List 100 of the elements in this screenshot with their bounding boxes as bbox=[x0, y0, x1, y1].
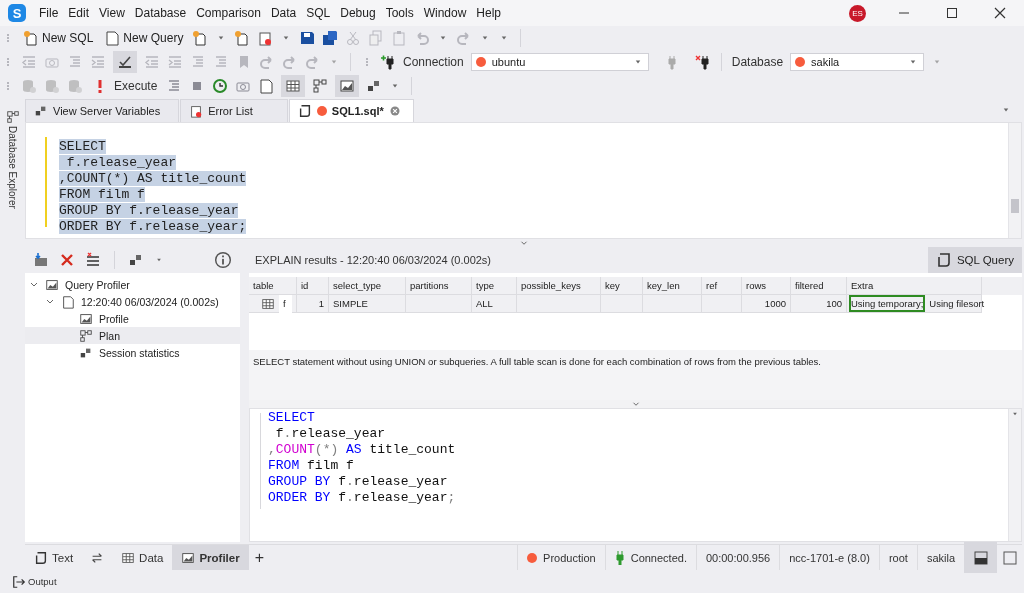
query-text-viewer[interactable]: SELECT f.release_year ,COUNT(*) AS title_count FROM film f GROUP BY f.release_year ORDER BY f.release_year; bbox=[249, 408, 1022, 542]
outdent-icon[interactable] bbox=[21, 54, 37, 70]
database-icon[interactable] bbox=[67, 78, 83, 94]
indent-icon[interactable] bbox=[90, 54, 106, 70]
tree-item[interactable]: Profile bbox=[25, 310, 240, 328]
tree-item[interactable]: Query Profiler bbox=[65, 278, 130, 291]
new-document-icon[interactable] bbox=[234, 30, 251, 46]
close-icon[interactable] bbox=[992, 5, 1008, 21]
menu-item[interactable]: Database bbox=[129, 6, 192, 20]
undo-icon[interactable] bbox=[414, 30, 431, 46]
database-label: Database bbox=[731, 55, 784, 69]
status-text: Connected. bbox=[630, 551, 687, 564]
new-document-icon[interactable] bbox=[192, 30, 209, 46]
outdent-icon[interactable] bbox=[144, 54, 160, 70]
status-text: Production bbox=[543, 551, 596, 564]
output-icon bbox=[12, 574, 26, 589]
status-text: 00:00:00.956 bbox=[705, 551, 771, 564]
copy-icon[interactable] bbox=[368, 30, 385, 46]
column-header[interactable]: key_len bbox=[643, 277, 702, 296]
database-icon[interactable] bbox=[21, 78, 37, 94]
clipboard-icon[interactable] bbox=[391, 30, 408, 46]
sql-query-button[interactable]: SQL Query bbox=[927, 247, 1022, 274]
new-sql-button[interactable]: New SQL bbox=[21, 30, 96, 46]
new-document-icon bbox=[23, 30, 39, 46]
scrollbar[interactable] bbox=[1008, 122, 1021, 239]
column-header[interactable]: rows bbox=[742, 277, 791, 296]
menu-item[interactable]: View bbox=[94, 6, 130, 20]
indent-icon[interactable] bbox=[167, 54, 183, 70]
column-header[interactable]: ref bbox=[702, 277, 742, 296]
view-tab[interactable]: Data bbox=[112, 545, 173, 570]
menu-item[interactable]: Edit bbox=[63, 6, 95, 20]
tree-item[interactable]: Session statistics bbox=[25, 344, 240, 362]
connection-label: Connection bbox=[403, 55, 464, 69]
chart-icon[interactable] bbox=[339, 78, 356, 94]
square-icon[interactable] bbox=[1001, 549, 1018, 566]
scrollbar-thumb[interactable] bbox=[1011, 198, 1019, 213]
grid-icon[interactable] bbox=[285, 78, 302, 94]
menu-item[interactable]: Comparison bbox=[191, 6, 266, 20]
database-explorer-icon[interactable] bbox=[5, 110, 20, 124]
code-line: ,COUNT(*) AS title_count bbox=[268, 442, 457, 459]
redo-icon[interactable] bbox=[282, 54, 298, 70]
document-tab[interactable]: Error List bbox=[180, 98, 288, 122]
clipboard-icon[interactable] bbox=[257, 30, 274, 46]
column-header[interactable]: table bbox=[249, 277, 297, 296]
tree-item[interactable]: 12:20:40 06/03/2024 (0.002s) bbox=[81, 295, 219, 308]
connection-dropdown[interactable]: ubuntu bbox=[470, 53, 649, 71]
menu-item[interactable]: Tools bbox=[380, 6, 419, 20]
lines-icon[interactable] bbox=[190, 54, 206, 70]
column-header[interactable]: id bbox=[297, 277, 329, 296]
floppy-disks-icon[interactable] bbox=[322, 30, 339, 46]
table-cell: 100 bbox=[791, 295, 847, 314]
clear-list-icon[interactable] bbox=[85, 252, 101, 269]
new-query-button[interactable]: New Query bbox=[102, 30, 186, 46]
menu-item[interactable]: Window bbox=[418, 6, 472, 20]
flow-icon bbox=[79, 328, 93, 343]
execute-button[interactable]: Execute bbox=[90, 78, 160, 94]
menu-item[interactable]: SQL bbox=[301, 6, 336, 20]
maximize-icon[interactable] bbox=[944, 5, 960, 21]
menu-item[interactable]: Help bbox=[471, 6, 507, 20]
output-tab[interactable]: Output bbox=[12, 574, 57, 589]
table-cell: SIMPLE bbox=[329, 295, 406, 314]
document-tab[interactable]: SQL1.sql* bbox=[288, 98, 414, 122]
tree-item[interactable]: Plan bbox=[25, 327, 240, 345]
lines-icon[interactable] bbox=[67, 54, 83, 70]
column-header[interactable]: filtered bbox=[791, 277, 847, 296]
info-icon[interactable] bbox=[214, 251, 232, 270]
flow-icon[interactable] bbox=[312, 78, 329, 94]
database-explorer-tab[interactable]: Database Explorer bbox=[7, 126, 18, 209]
disconnect-plug-icon[interactable] bbox=[694, 54, 711, 70]
view-tab[interactable]: Profiler bbox=[172, 545, 249, 570]
panel-icon[interactable] bbox=[972, 549, 989, 566]
clock-icon[interactable] bbox=[212, 78, 229, 94]
import-icon[interactable] bbox=[33, 252, 49, 269]
add-tab-button[interactable]: + bbox=[248, 548, 270, 567]
redo-icon[interactable] bbox=[305, 54, 321, 70]
document-icon[interactable] bbox=[258, 78, 275, 94]
menu-item[interactable]: Data bbox=[265, 6, 302, 20]
column-header[interactable]: type bbox=[472, 277, 517, 296]
view-tab[interactable]: Text bbox=[25, 545, 83, 570]
column-header[interactable]: select_type bbox=[329, 277, 406, 296]
user-avatar[interactable]: ES bbox=[849, 4, 866, 22]
check-icon[interactable] bbox=[117, 54, 133, 70]
column-header[interactable]: possible_keys bbox=[517, 277, 601, 296]
close-tab-icon[interactable] bbox=[388, 104, 401, 117]
menu-item[interactable]: File bbox=[34, 6, 64, 20]
plan-description: SELECT statement without using UNION or subqueries. A full table scan is done for each combination of rows from the previous tables. bbox=[253, 356, 821, 368]
menu-item[interactable]: Debug bbox=[335, 6, 381, 20]
database-icon[interactable] bbox=[44, 78, 60, 94]
swap-icon[interactable] bbox=[90, 550, 105, 565]
column-header[interactable]: key bbox=[601, 277, 643, 296]
code-line: SELECT bbox=[268, 410, 316, 427]
column-header[interactable]: Extra bbox=[847, 277, 982, 296]
column-header[interactable]: partitions bbox=[406, 277, 472, 296]
scissors-icon[interactable] bbox=[345, 30, 362, 46]
lines-icon[interactable] bbox=[213, 54, 229, 70]
redo-icon[interactable] bbox=[259, 54, 275, 70]
document-tab[interactable]: View Server Variables bbox=[25, 98, 180, 122]
database-dropdown[interactable]: sakila bbox=[790, 53, 925, 71]
sql-editor[interactable]: SELECT f.release_year ,COUNT(*) AS title_count FROM film f GROUP BY f.release_year ORDER BY f.release_year; bbox=[25, 121, 1022, 240]
plug-icon[interactable] bbox=[380, 54, 396, 70]
